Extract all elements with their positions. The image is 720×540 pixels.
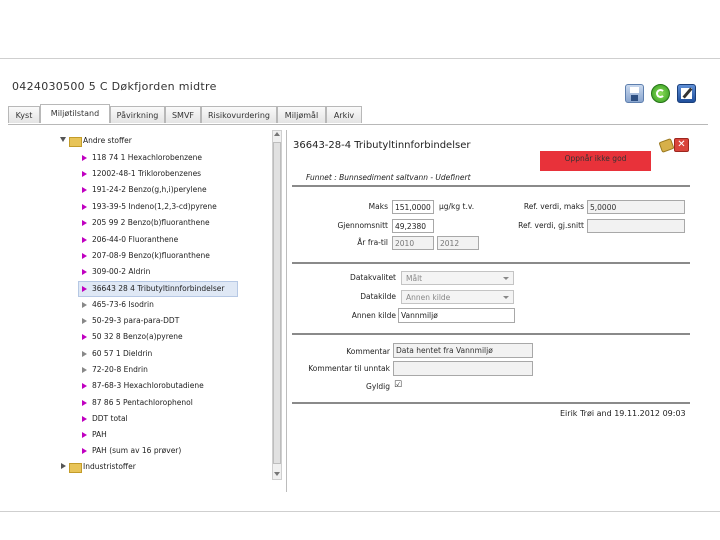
unit-text: µg/kg t.v. <box>439 202 475 211</box>
section-divider <box>292 262 690 264</box>
substance-arrow-icon <box>82 351 87 357</box>
chevron-down-icon <box>503 296 509 299</box>
datakvalitet-label: Datakvalitet <box>350 273 396 282</box>
substance-arrow-icon <box>82 171 87 177</box>
refresh-icon[interactable] <box>651 84 670 103</box>
sample-type-text: Funnet : Bunnsediment saltvann - Udefine… <box>306 173 471 182</box>
tab-arkiv[interactable]: Arkiv <box>326 106 362 123</box>
tree-item[interactable]: 207-08-9 Benzo(k)fluoranthene <box>58 249 258 263</box>
tree-item[interactable]: 87 86 5 Pentachlorophenol <box>58 396 258 410</box>
scrollbar-thumb[interactable] <box>273 142 281 464</box>
annen-kilde-label: Annen kilde <box>351 311 396 320</box>
datakvalitet-select[interactable]: Målt <box>401 271 514 285</box>
close-icon[interactable]: ✕ <box>674 138 689 152</box>
substance-arrow-icon <box>82 416 87 422</box>
status-badge: Oppnår ikke god <box>540 151 651 171</box>
substance-arrow-icon <box>82 367 87 373</box>
substance-arrow-icon <box>82 334 87 340</box>
gyldig-checkbox[interactable]: ☑ <box>394 381 403 390</box>
tab-miljotilstand[interactable]: Miljøtilstand <box>40 104 110 123</box>
substance-arrow-icon <box>82 269 87 275</box>
section-divider <box>292 185 690 187</box>
ref-snitt-input[interactable] <box>587 219 685 233</box>
chevron-down-icon <box>503 277 509 280</box>
tab-risikovurdering[interactable]: Risikovurdering <box>201 106 277 123</box>
tree-item[interactable]: 309-00-2 Aldrin <box>58 265 258 279</box>
tab-miljomal[interactable]: Miljømål <box>277 106 326 123</box>
tree-item[interactable]: 206-44-0 Fluoranthene <box>58 233 258 247</box>
maks-input[interactable]: 151,0000 <box>392 200 434 214</box>
ref-snitt-label: Ref. verdi, gj.snitt <box>518 221 584 230</box>
substance-arrow-icon <box>82 237 87 243</box>
substance-arrow-icon <box>82 253 87 259</box>
substance-arrow-icon <box>82 187 87 193</box>
tree-item[interactable]: 12002-48-1 Triklorobenzenes <box>58 167 258 181</box>
ref-maks-label: Ref. verdi, maks <box>523 202 584 211</box>
tree-item[interactable]: PAH (sum av 16 prøver) <box>58 444 258 458</box>
tree-item[interactable]: 205 99 2 Benzo(b)fluoranthene <box>58 216 258 230</box>
ar-fra-input[interactable]: 2010 <box>392 236 434 250</box>
tree-group-andre-stoffer[interactable]: Andre stoffer <box>58 134 238 148</box>
scroll-down-icon[interactable] <box>274 472 280 476</box>
tree-item[interactable]: 193-39-5 Indeno(1,2,3-cd)pyrene <box>58 200 258 214</box>
kommentar-label: Kommentar <box>346 347 390 356</box>
gjennomsnitt-label: Gjennomsnitt <box>337 221 388 230</box>
substance-arrow-icon <box>82 432 87 438</box>
folder-icon <box>69 137 82 147</box>
tree-item[interactable]: 60 57 1 Dieldrin <box>58 347 258 361</box>
gyldig-label: Gyldig <box>366 382 390 391</box>
section-divider <box>292 333 690 335</box>
ar-label: År fra-til <box>357 238 388 247</box>
section-divider <box>292 402 690 404</box>
substance-arrow-icon <box>82 204 87 210</box>
tree-item[interactable]: DDT total <box>58 412 258 426</box>
kommentar-input[interactable]: Data hentet fra Vannmiljø <box>393 343 533 358</box>
last-edited-text: Eirik Trøi and 19.11.2012 09:03 <box>560 409 686 418</box>
tree-item[interactable]: 191-24-2 Benzo(g,h,i)perylene <box>58 183 258 197</box>
kommentar-unntak-label: Kommentar til unntak <box>308 364 390 373</box>
substance-arrow-icon <box>82 318 87 324</box>
expand-down-icon[interactable] <box>60 137 66 142</box>
panel-splitter[interactable] <box>286 130 287 492</box>
tree-item[interactable]: 72-20-8 Endrin <box>58 363 258 377</box>
tree-item[interactable]: PAH <box>58 428 258 442</box>
substance-arrow-icon <box>82 400 87 406</box>
gjennomsnitt-input[interactable]: 49,2380 <box>392 219 434 233</box>
floppy-icon[interactable] <box>625 84 644 103</box>
substance-arrow-icon <box>82 220 87 226</box>
edit-icon[interactable] <box>677 84 696 103</box>
datakilde-label: Datakilde <box>360 292 396 301</box>
annen-kilde-input[interactable]: Vannmiljø <box>398 308 515 323</box>
folder-icon <box>69 463 82 473</box>
ar-til-input[interactable]: 2012 <box>437 236 479 250</box>
tree-group-industristoffer[interactable]: Industristoffer <box>58 460 238 474</box>
ref-maks-input[interactable]: 5,0000 <box>587 200 685 214</box>
tab-pavirkning[interactable]: Påvirkning <box>110 106 165 123</box>
tree-item-selected[interactable]: 36643 28 4 Tributyltinnforbindelser <box>78 281 238 297</box>
tree-item[interactable]: 118 74 1 Hexachlorobenzene <box>58 151 258 165</box>
scroll-up-icon[interactable] <box>274 132 280 136</box>
tree-item[interactable]: 87-68-3 Hexachlorobutadiene <box>58 379 258 393</box>
kommentar-unntak-input[interactable] <box>393 361 533 376</box>
expand-right-icon[interactable] <box>61 463 66 469</box>
tab-divider <box>8 124 708 125</box>
datakilde-select[interactable]: Annen kilde <box>401 290 514 304</box>
substance-arrow-icon <box>82 383 87 389</box>
substance-arrow-icon <box>82 286 87 292</box>
tree-item[interactable]: 50 32 8 Benzo(a)pyrene <box>58 330 258 344</box>
tree-item[interactable]: 465-73-6 Isodrin <box>58 298 258 312</box>
substance-arrow-icon <box>82 155 87 161</box>
substance-arrow-icon <box>82 302 87 308</box>
window-title: 0424030500 5 C Døkfjorden midtre <box>12 80 217 93</box>
detail-title: 36643-28-4 Tributyltinnforbindelser <box>293 140 471 151</box>
tab-smvf[interactable]: SMVF <box>165 106 201 123</box>
tree-item[interactable]: 50-29-3 para-para-DDT <box>58 314 258 328</box>
tab-kyst[interactable]: Kyst <box>8 106 40 123</box>
maks-label: Maks <box>368 202 388 211</box>
substance-arrow-icon <box>82 448 87 454</box>
